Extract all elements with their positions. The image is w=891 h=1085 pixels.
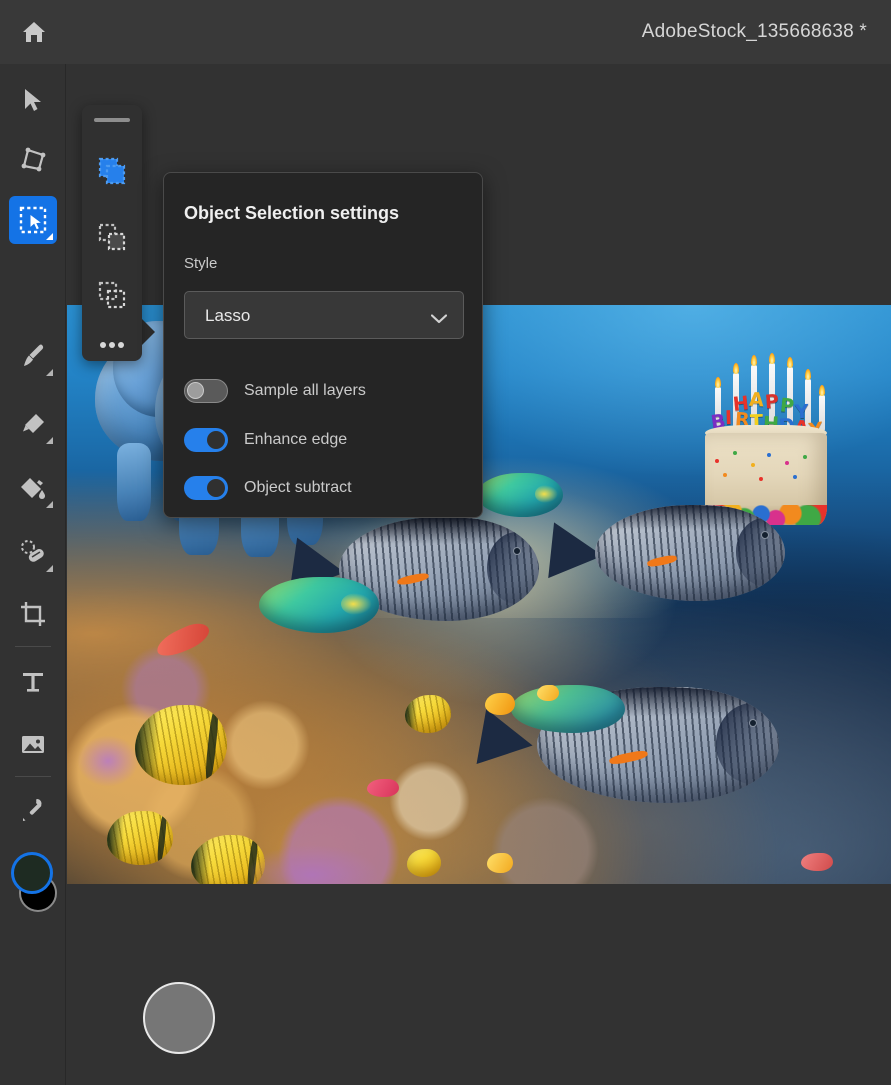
object-subtract-toggle[interactable]: Object subtract	[184, 474, 464, 502]
sidebar-item-brush-tool[interactable]	[9, 332, 57, 380]
sidebar-item-object-selection-tool[interactable]	[9, 196, 57, 244]
red-fish-lower	[367, 779, 399, 797]
foreground-color-swatch[interactable]	[11, 852, 53, 894]
enhance-edge-toggle[interactable]: Enhance edge	[184, 426, 464, 454]
paintbrush-icon	[19, 342, 47, 370]
add-selection-icon	[97, 222, 127, 252]
purple-coral-bottom	[247, 845, 377, 884]
object-subtract-switch[interactable]	[184, 476, 228, 500]
sidebar-item-eyedropper-tool[interactable]	[9, 786, 57, 834]
tool-flyout-indicator-icon	[46, 565, 53, 572]
butterflyfish-tiny	[407, 849, 441, 877]
tool-options-flyout	[82, 105, 142, 361]
butterflyfish-large	[135, 705, 227, 785]
toolbar-divider-1	[15, 646, 51, 647]
home-icon	[20, 18, 48, 46]
tools-sidebar	[0, 64, 66, 1085]
sidebar-item-fill-tool[interactable]	[9, 464, 57, 512]
object-subtract-label: Object subtract	[244, 479, 352, 497]
switch-knob	[207, 431, 225, 449]
sidebar-item-type-tool[interactable]	[9, 658, 57, 706]
eyedropper-icon	[19, 796, 47, 824]
switch-knob	[187, 382, 204, 399]
eraser-icon	[19, 410, 47, 438]
enhance-edge-label: Enhance edge	[244, 431, 347, 449]
tool-flyout-indicator-icon	[46, 369, 53, 376]
parrotfish-upper	[477, 473, 563, 517]
parrotfish-lower	[259, 577, 379, 633]
tool-flyout-indicator-icon	[46, 437, 53, 444]
toolbar-divider-2	[15, 776, 51, 777]
tool-flyout-indicator-icon	[46, 501, 53, 508]
object-selection-icon	[18, 205, 48, 235]
butterflyfish-small-left	[107, 811, 173, 865]
new-selection-icon	[97, 156, 127, 186]
transform-icon	[19, 146, 47, 174]
flyout-drag-handle[interactable]	[94, 118, 130, 122]
crop-icon	[19, 600, 47, 628]
yellow-fish-bottom	[487, 853, 513, 873]
touch-cursor-indicator[interactable]	[143, 982, 215, 1054]
new-selection-mode-button[interactable]	[88, 147, 136, 195]
dialog-title: Object Selection settings	[184, 203, 399, 224]
sample-all-layers-label: Sample all layers	[244, 382, 366, 400]
parrotfish-green	[511, 685, 625, 733]
healing-brush-icon	[19, 538, 47, 566]
sample-all-layers-switch[interactable]	[184, 379, 228, 403]
switch-knob	[207, 479, 225, 497]
image-icon	[19, 730, 47, 758]
yellow-fish-far-right	[537, 685, 559, 701]
sample-all-layers-toggle[interactable]: Sample all layers	[184, 377, 464, 405]
more-options-button[interactable]	[88, 321, 136, 369]
subtract-selection-mode-button[interactable]	[88, 271, 136, 319]
subtract-selection-icon	[97, 280, 127, 310]
sidebar-item-place-image-tool[interactable]	[9, 720, 57, 768]
flyout-pointer	[141, 318, 155, 346]
arrow-cursor-icon	[20, 87, 46, 113]
butterflyfish-small-right	[405, 695, 451, 733]
pink-fish-bottom-right	[801, 853, 833, 871]
text-t-icon	[19, 668, 47, 696]
tool-flyout-indicator-icon	[46, 233, 53, 240]
enhance-edge-switch[interactable]	[184, 428, 228, 452]
purple-coral-left	[77, 735, 139, 787]
style-select-value: Lasso	[205, 292, 250, 340]
paint-bucket-icon	[19, 474, 47, 502]
sidebar-item-move-tool[interactable]	[9, 76, 57, 124]
photoshop-app-window: AdobeStock_135668638 *	[0, 0, 891, 1085]
app-header: AdobeStock_135668638 *	[0, 0, 891, 64]
chevron-down-icon	[431, 311, 447, 329]
style-select[interactable]: Lasso	[184, 291, 464, 339]
style-label: Style	[184, 255, 217, 272]
sidebar-item-eraser-tool[interactable]	[9, 400, 57, 448]
add-to-selection-mode-button[interactable]	[88, 213, 136, 261]
ellipsis-icon	[99, 341, 125, 349]
orange-fish-right	[485, 693, 515, 715]
color-swatches[interactable]	[11, 852, 57, 914]
sidebar-item-transform-tool[interactable]	[9, 136, 57, 184]
sidebar-item-crop-tool[interactable]	[9, 590, 57, 638]
object-selection-settings-dialog: Object Selection settings Style Lasso Sa…	[163, 172, 483, 518]
sidebar-item-healing-brush-tool[interactable]	[9, 528, 57, 576]
document-title: AdobeStock_135668638 *	[642, 0, 867, 64]
home-button[interactable]	[18, 16, 50, 48]
surgeonfish-right-upper	[595, 505, 785, 601]
